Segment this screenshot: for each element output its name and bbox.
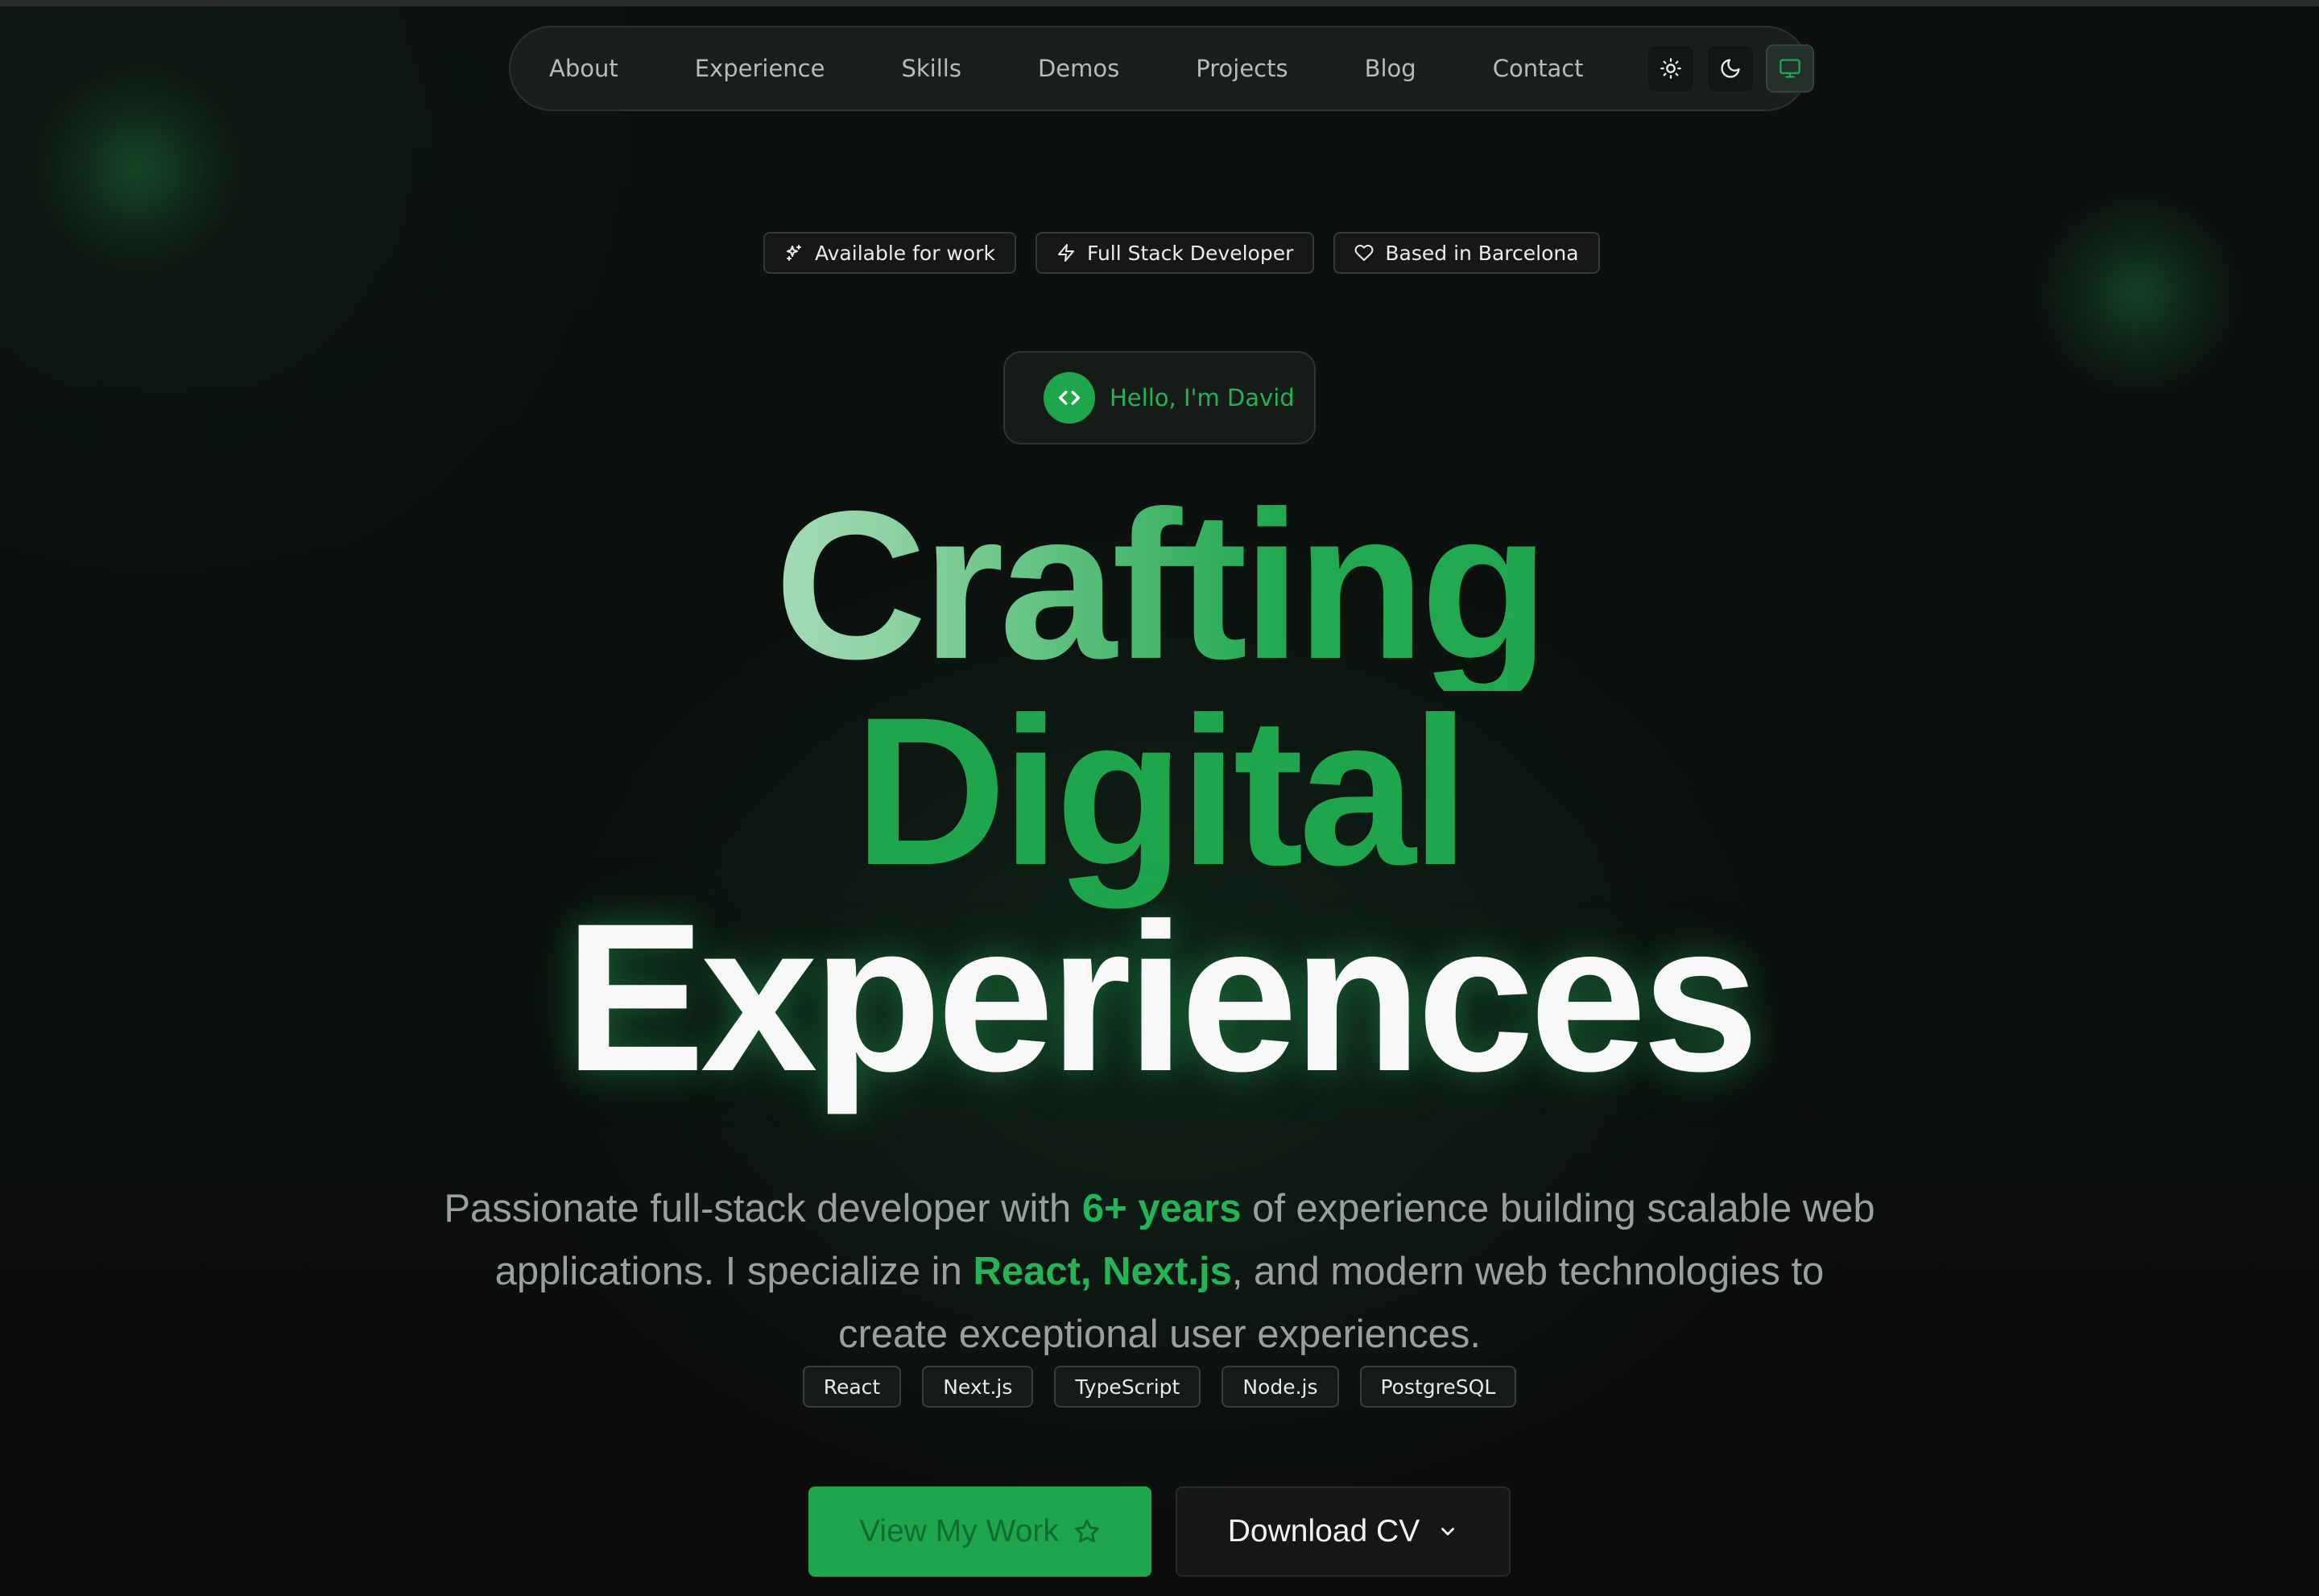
headline-line-3: Experiences [564,879,1759,1115]
star-icon [1075,1520,1099,1543]
intro-text: Passionate full-stack developer with [444,1187,1082,1230]
chevron-down-icon [1441,1528,1455,1536]
tech-tag-react: React [802,1366,902,1408]
sun-icon [1660,58,1681,79]
nav-item-skills[interactable]: Skills [901,55,961,82]
download-cv-label: Download CV [1227,1514,1420,1548]
nav-item-blog[interactable]: Blog [1365,55,1416,82]
tech-tags: React Next.js TypeScript Node.js Postgre… [0,1366,2319,1408]
zap-icon [1057,244,1074,262]
intro-paragraph: Passionate full-stack developer with 6+ … [435,1177,1884,1366]
headline-line-2: Digital [854,673,1470,909]
tech-tag-nextjs: Next.js [922,1366,1034,1408]
view-my-work-button[interactable]: View My Work [808,1486,1151,1577]
nav-item-projects[interactable]: Projects [1196,55,1288,82]
main-nav: About Experience Skills Demos Projects B… [509,26,1814,111]
monitor-icon [1779,59,1800,78]
tech-tag-postgresql: PostgreSQL [1359,1366,1517,1408]
download-cv-button[interactable]: Download CV [1176,1486,1511,1577]
badge-role: Full Stack Developer [1035,232,1315,274]
heart-icon [1354,245,1374,261]
tech-tag-typescript: TypeScript [1054,1366,1201,1408]
code-icon [1044,372,1095,424]
moon-icon [1720,59,1740,78]
system-theme-button[interactable] [1765,44,1814,93]
decorative-glow-right [2029,185,2247,403]
tech-tag-nodejs: Node.js [1222,1366,1339,1408]
status-badges: Available for work Full Stack Developer … [763,232,1600,274]
badge-available: Available for work [763,232,1016,274]
greeting-pill: Hello, I'm David [1003,351,1316,444]
sparkles-icon [787,245,801,261]
badge-label: Available for work [815,241,995,265]
portfolio-hero-page: About Experience Skills Demos Projects B… [0,0,2319,1596]
nav-item-demos[interactable]: Demos [1038,55,1119,82]
nav-item-experience[interactable]: Experience [695,55,825,82]
light-theme-button[interactable] [1646,44,1695,93]
decorative-glow-left [32,64,242,274]
browser-top-edge [0,0,2319,6]
nav-item-about[interactable]: About [549,55,618,82]
dark-theme-button[interactable] [1705,44,1755,93]
theme-switcher [1646,44,1814,93]
nav-item-contact[interactable]: Contact [1493,55,1584,82]
intro-highlight-tech: React, Next.js [973,1250,1232,1293]
view-my-work-label: View My Work [859,1514,1059,1548]
badge-location: Based in Barcelona [1333,232,1600,274]
badge-label: Based in Barcelona [1385,241,1579,265]
headline-line-1: Crafting [0,480,2319,691]
badge-label: Full Stack Developer [1086,241,1294,265]
greeting-text: Hello, I'm David [1110,384,1295,411]
intro-highlight-years: 6+ years [1081,1187,1242,1230]
